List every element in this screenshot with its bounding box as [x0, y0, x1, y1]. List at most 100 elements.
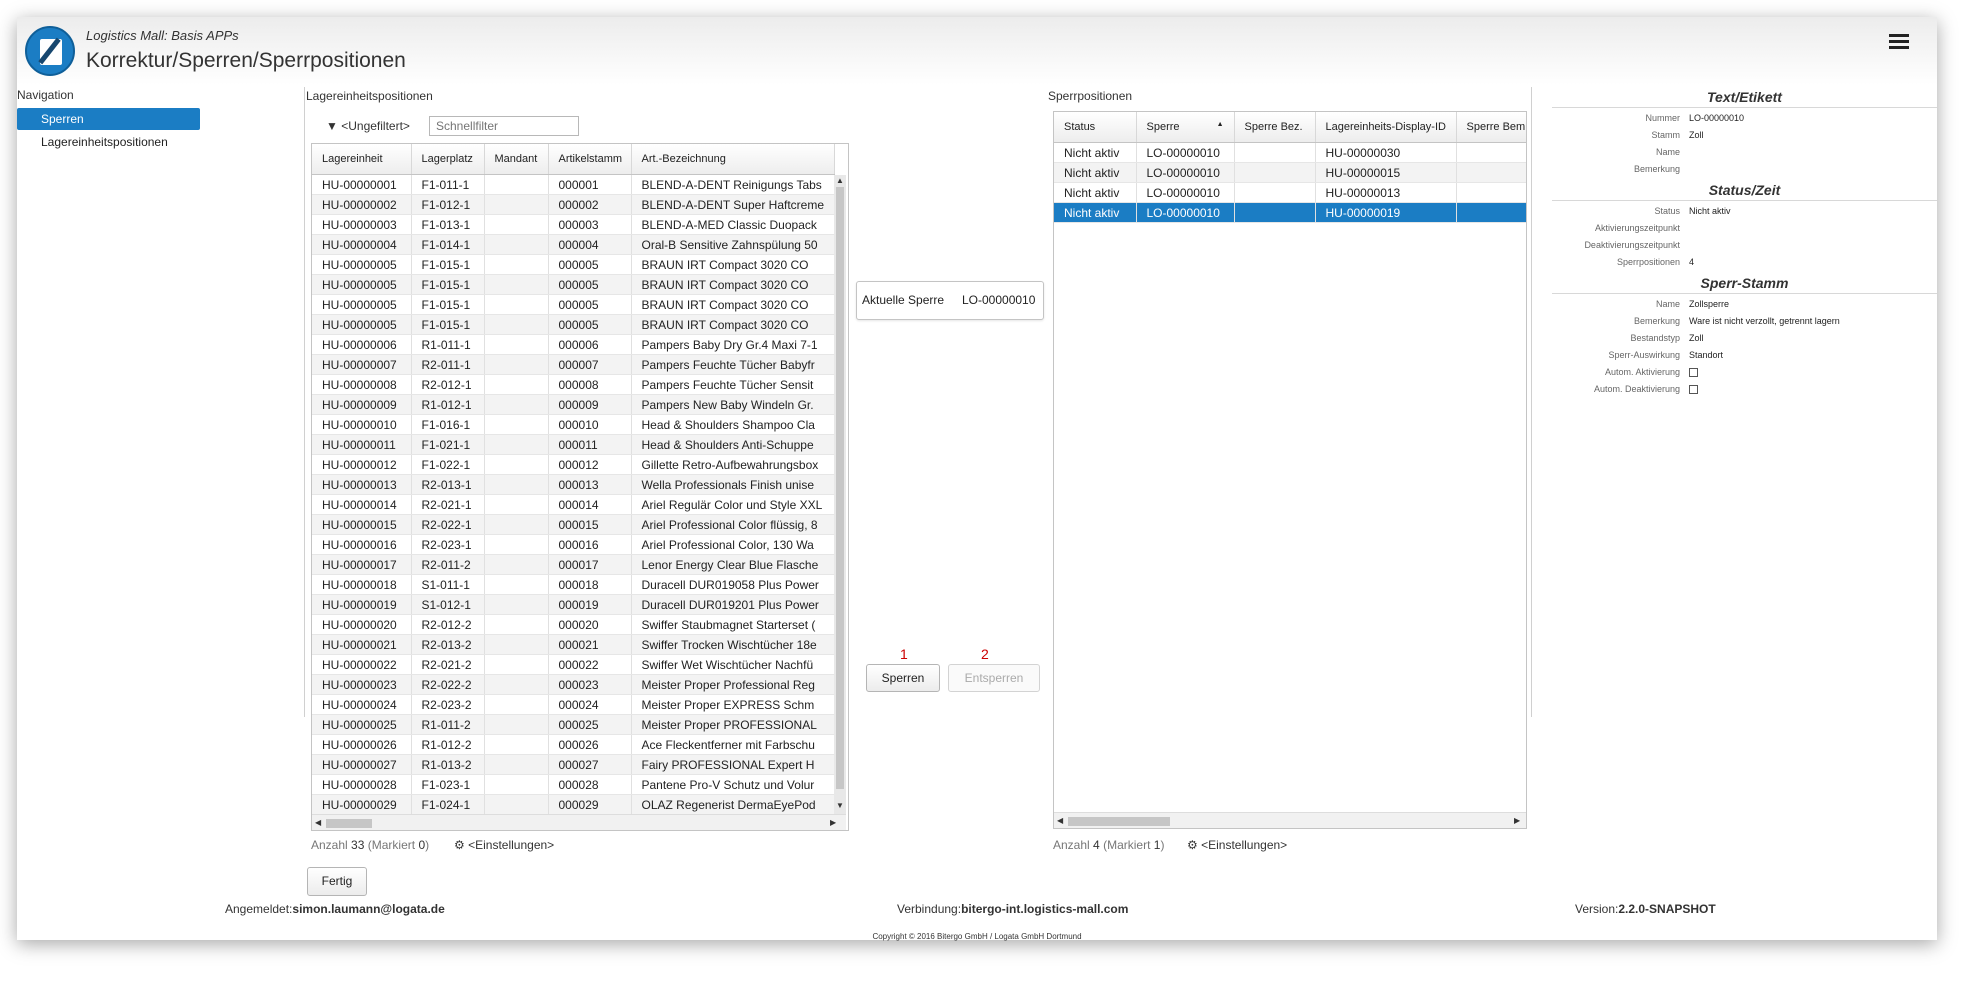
- table-row[interactable]: HU-00000005 F1-015-1 000005 BRAUN IRT Compa…: [312, 294, 835, 315]
- left-vertical-scroll-thumb[interactable]: [836, 187, 844, 789]
- table-cell: HU-00000009: [312, 394, 412, 415]
- table-row[interactable]: HU-00000016 R2-023-1 000016 Ariel Professio…: [312, 534, 835, 555]
- column-header[interactable]: Art.-Bezeichnung: [631, 144, 835, 175]
- property-value: Zollsperre: [1689, 299, 1730, 309]
- scroll-down-icon[interactable]: ▼: [836, 802, 844, 810]
- table-cell: [484, 514, 549, 535]
- scroll-left-icon[interactable]: ◀: [1057, 817, 1063, 825]
- column-header[interactable]: Lagerplatz: [411, 144, 485, 175]
- table-row[interactable]: HU-00000018 S1-011-1 000018 Duracell DUR019…: [312, 574, 835, 595]
- table-cell: HU-00000027: [312, 754, 412, 775]
- table-cell: BRAUN IRT Compact 3020 CO: [631, 274, 835, 295]
- table-cell: [484, 434, 549, 455]
- right-horizontal-scroll-thumb[interactable]: [1068, 817, 1170, 826]
- table-row[interactable]: HU-00000019 S1-012-1 000019 Duracell DUR019…: [312, 594, 835, 615]
- table-row[interactable]: HU-00000004 F1-014-1 000004 Oral-B Sensitiv…: [312, 234, 835, 255]
- table-row[interactable]: HU-00000005 F1-015-1 000005 BRAUN IRT Compa…: [312, 254, 835, 275]
- properties-panel: Text/Etikett Nummer LO-00000010 Stamm Zoll Na…: [1552, 87, 1937, 400]
- table-cell: F1-015-1: [411, 294, 485, 315]
- table-row[interactable]: HU-00000029 F1-024-1 000029 OLAZ Regenerist…: [312, 794, 835, 814]
- nav-item-lagereinheitspositionen[interactable]: Lagereinheitspositionen: [17, 131, 200, 153]
- table-row[interactable]: HU-00000001 F1-011-1 000001 BLEND-A-DENT Re…: [312, 174, 835, 195]
- filter-label: <Ungefiltert>: [341, 119, 410, 133]
- table-row[interactable]: HU-00000022 R2-021-2 000022 Swiffer Wet Wis…: [312, 654, 835, 675]
- table-cell: 000029: [548, 794, 632, 814]
- table-row[interactable]: HU-00000023 R2-022-2 000023 Meister Proper …: [312, 674, 835, 695]
- right-horizontal-scrollbar[interactable]: ◀ ▶: [1054, 812, 1526, 828]
- table-row[interactable]: HU-00000013 R2-013-1 000013 Wella Professio…: [312, 474, 835, 495]
- table-cell: 000003: [548, 214, 632, 235]
- column-header[interactable]: Mandant: [484, 144, 549, 175]
- left-horizontal-scrollbar[interactable]: ◀ ▶: [312, 814, 846, 830]
- table-cell: F1-015-1: [411, 314, 485, 335]
- done-button[interactable]: Fertig: [307, 867, 367, 896]
- table-row[interactable]: HU-00000006 R1-011-1 000006 Pampers Baby Dr…: [312, 334, 835, 355]
- table-row[interactable]: HU-00000008 R2-012-1 000008 Pampers Feuchte…: [312, 374, 835, 395]
- table-row[interactable]: HU-00000021 R2-013-2 000021 Swiffer Trocken…: [312, 634, 835, 655]
- left-vertical-scrollbar[interactable]: ▲ ▼: [834, 175, 846, 814]
- property-row: Autom. Aktivierung: [1552, 364, 1937, 381]
- left-horizontal-scroll-thumb[interactable]: [326, 819, 372, 828]
- hamburger-menu-icon[interactable]: [1889, 34, 1909, 50]
- column-header[interactable]: Sperre ▲: [1136, 112, 1235, 143]
- column-header[interactable]: Artikelstamm: [548, 144, 632, 175]
- table-cell: 000023: [548, 674, 632, 695]
- table-row[interactable]: Nicht aktiv LO-00000010 HU-00000019: [1054, 202, 1526, 223]
- column-header[interactable]: Lagereinheits-Display-ID: [1315, 112, 1457, 143]
- table-row[interactable]: Nicht aktiv LO-00000010 HU-00000030: [1054, 142, 1526, 163]
- table-cell: BRAUN IRT Compact 3020 CO: [631, 294, 835, 315]
- footer-connection: Verbindung:bitergo-int.logistics-mall.co…: [897, 902, 1129, 916]
- property-label: Aktivierungszeitpunkt: [1594, 223, 1680, 233]
- table-cell: LO-00000010: [1136, 202, 1235, 223]
- table-row[interactable]: HU-00000007 R2-011-1 000007 Pampers Feuchte…: [312, 354, 835, 375]
- table-row[interactable]: HU-00000010 F1-016-1 000010 Head & Shoulder…: [312, 414, 835, 435]
- table-cell: R2-021-2: [411, 654, 485, 675]
- left-settings-link[interactable]: ⚙ <Einstellungen>: [454, 838, 554, 852]
- table-row[interactable]: HU-00000009 R1-012-1 000009 Pampers New Bab…: [312, 394, 835, 415]
- filter-toggle[interactable]: ▼ <Ungefiltert>: [326, 119, 410, 133]
- table-row[interactable]: HU-00000020 R2-012-2 000020 Swiffer Staubma…: [312, 614, 835, 635]
- table-row[interactable]: Nicht aktiv LO-00000010 HU-00000013: [1054, 182, 1526, 203]
- scroll-left-icon[interactable]: ◀: [315, 819, 321, 827]
- right-settings-link[interactable]: ⚙ <Einstellungen>: [1187, 838, 1287, 852]
- table-cell: [484, 754, 549, 775]
- unlock-button[interactable]: Entsperren: [948, 664, 1040, 692]
- scroll-right-icon[interactable]: ▶: [830, 819, 836, 827]
- table-cell: Ariel Regulär Color und Style XXL: [631, 494, 835, 515]
- table-row[interactable]: HU-00000014 R2-021-1 000014 Ariel Regulär C…: [312, 494, 835, 515]
- nav-item-sperren[interactable]: Sperren: [17, 108, 200, 130]
- table-row[interactable]: Nicht aktiv LO-00000010 HU-00000015: [1054, 162, 1526, 183]
- column-header[interactable]: Lagereinheit: [312, 144, 412, 175]
- table-cell: [484, 694, 549, 715]
- scroll-up-icon[interactable]: ▲: [836, 177, 844, 185]
- checkbox[interactable]: [1689, 368, 1698, 377]
- table-cell: HU-00000022: [312, 654, 412, 675]
- table-row[interactable]: HU-00000005 F1-015-1 000005 BRAUN IRT Compa…: [312, 274, 835, 295]
- column-header[interactable]: Status: [1054, 112, 1137, 143]
- table-row[interactable]: HU-00000028 F1-023-1 000028 Pantene Pro-V S…: [312, 774, 835, 795]
- table-row[interactable]: HU-00000002 F1-012-1 000002 BLEND-A-DENT Su…: [312, 194, 835, 215]
- table-row[interactable]: HU-00000003 F1-013-1 000003 BLEND-A-MED Cla…: [312, 214, 835, 235]
- property-value: Standort: [1689, 350, 1724, 360]
- table-row[interactable]: HU-00000011 F1-021-1 000011 Head & Shoulder…: [312, 434, 835, 455]
- table-row[interactable]: HU-00000024 R2-023-2 000024 Meister Proper …: [312, 694, 835, 715]
- table-row[interactable]: HU-00000017 R2-011-2 000017 Lenor Energy Cl…: [312, 554, 835, 575]
- checkbox[interactable]: [1689, 385, 1698, 394]
- footer-user: Angemeldet:simon.laumann@logata.de: [225, 902, 445, 916]
- table-row[interactable]: HU-00000025 R1-011-2 000025 Meister Proper …: [312, 714, 835, 735]
- table-cell: [484, 334, 549, 355]
- lock-button[interactable]: Sperren: [866, 664, 940, 692]
- quickfilter-input[interactable]: [429, 116, 579, 136]
- table-cell: 000014: [548, 494, 632, 515]
- column-header[interactable]: Sperre Bem.: [1456, 112, 1526, 143]
- table-row[interactable]: HU-00000027 R1-013-2 000027 Fairy PROFESSIO…: [312, 754, 835, 775]
- property-value: Ware ist nicht verzollt, getrennt lagern: [1689, 316, 1840, 326]
- table-row[interactable]: HU-00000026 R1-012-2 000026 Ace Fleckentfer…: [312, 734, 835, 755]
- column-header[interactable]: Sperre Bez.: [1234, 112, 1316, 143]
- scroll-right-icon[interactable]: ▶: [1514, 817, 1520, 825]
- table-cell: 000005: [548, 274, 632, 295]
- table-row[interactable]: HU-00000012 F1-022-1 000012 Gillette Retro-…: [312, 454, 835, 475]
- table-row[interactable]: HU-00000015 R2-022-1 000015 Ariel Professio…: [312, 514, 835, 535]
- current-lock-label: Aktuelle Sperre: [862, 293, 945, 307]
- table-row[interactable]: HU-00000005 F1-015-1 000005 BRAUN IRT Compa…: [312, 314, 835, 335]
